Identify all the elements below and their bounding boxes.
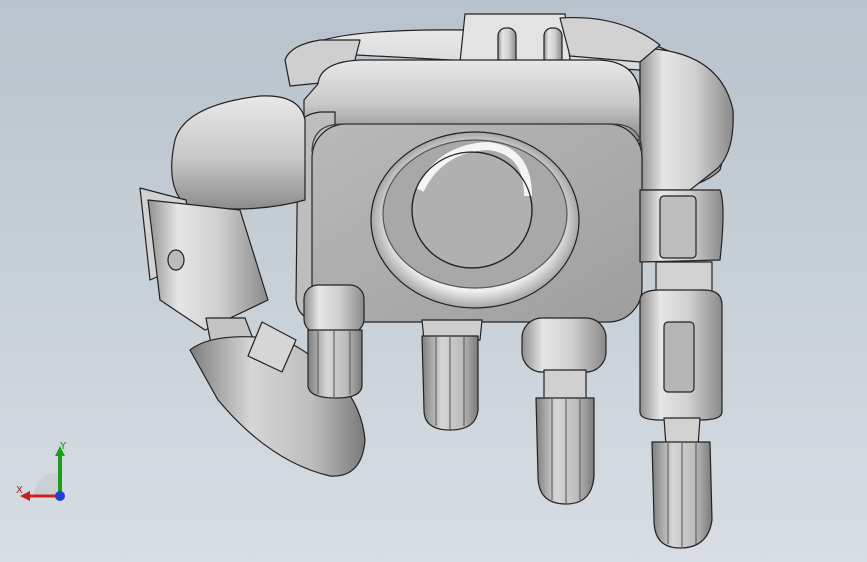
finger-little <box>639 189 724 549</box>
triad-x-label: X <box>16 485 23 496</box>
view-orientation-triad: Y X <box>14 440 74 510</box>
finger-ring <box>521 317 607 505</box>
palm-ring <box>370 131 580 309</box>
robot-hand-model[interactable] <box>0 0 867 562</box>
finger-index <box>303 284 365 399</box>
finger-middle <box>421 319 483 431</box>
triad-y-label: Y <box>60 441 67 452</box>
graphics-viewport[interactable]: Y X <box>0 0 867 562</box>
